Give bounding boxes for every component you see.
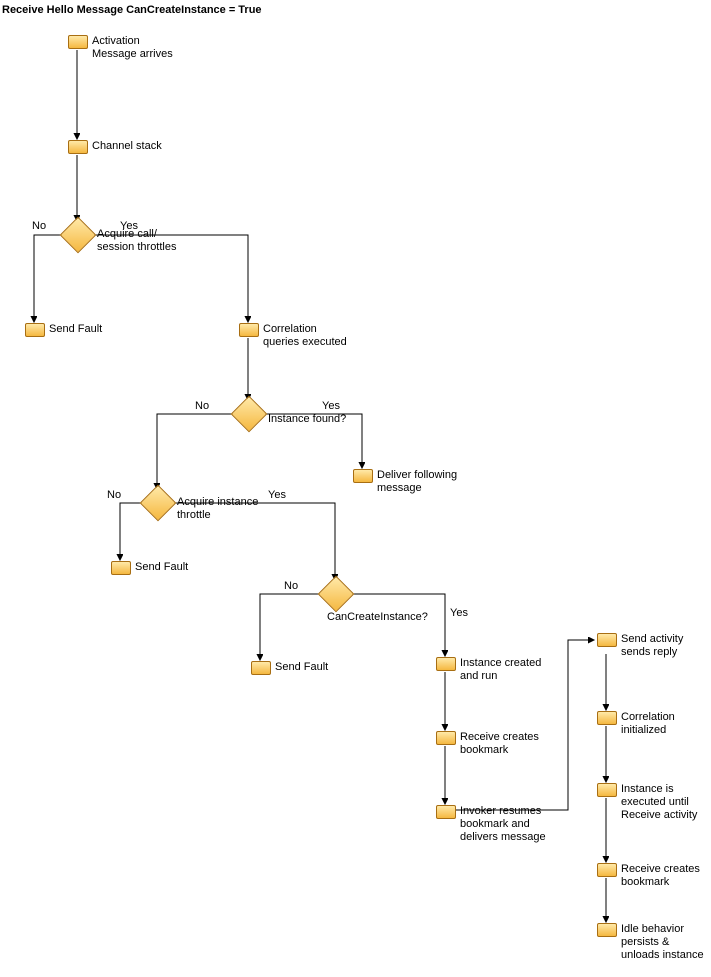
node-label: Send Fault	[275, 661, 328, 674]
node-channel: Channel stack	[68, 140, 88, 154]
node-send-fault-1: Send Fault	[25, 323, 45, 337]
node-label: Idle behaviorpersists &unloads instance	[621, 923, 704, 962]
edge-label-no: No	[284, 580, 298, 592]
node-label: Acquire instancethrottle	[177, 496, 258, 522]
node-label: Correlationinitialized	[621, 711, 675, 737]
edge-label-yes: Yes	[450, 607, 468, 619]
node-send-fault-3: Send Fault	[251, 661, 271, 675]
process-icon	[436, 731, 456, 745]
node-label: Instance createdand run	[460, 657, 541, 683]
page-title: Receive Hello Message CanCreateInstance …	[2, 4, 262, 16]
node-instance-found: Instance found?	[236, 401, 262, 430]
edge-label-no: No	[107, 489, 121, 501]
edge-label-no: No	[32, 220, 46, 232]
node-activation: ActivationMessage arrives	[68, 35, 88, 49]
node-label: Send activitysends reply	[621, 633, 683, 659]
process-icon	[353, 469, 373, 483]
edge-label-no: No	[195, 400, 209, 412]
node-label: Correlationqueries executed	[263, 323, 347, 349]
process-icon	[239, 323, 259, 337]
node-label: Deliver followingmessage	[377, 469, 457, 495]
decision-icon	[318, 576, 355, 613]
node-instance-created: Instance createdand run	[436, 657, 456, 671]
process-icon	[597, 863, 617, 877]
process-icon	[597, 633, 617, 647]
node-acquire-instance: Acquire instancethrottle	[145, 490, 171, 519]
edge-label-yes: Yes	[268, 489, 286, 501]
process-icon	[111, 561, 131, 575]
node-acquire-throttles: Acquire call/session throttles	[65, 222, 91, 251]
node-correlation-init: Correlationinitialized	[597, 711, 617, 725]
node-label: Receive createsbookmark	[621, 863, 700, 889]
process-icon	[25, 323, 45, 337]
node-receive-bookmark: Receive createsbookmark	[436, 731, 456, 745]
node-label: Invoker resumesbookmark anddelivers mess…	[460, 805, 546, 844]
node-receive-bookmark-2: Receive createsbookmark	[597, 863, 617, 877]
process-icon	[251, 661, 271, 675]
node-idle: Idle behaviorpersists &unloads instance	[597, 923, 617, 937]
node-label: Receive createsbookmark	[460, 731, 539, 757]
process-icon	[597, 783, 617, 797]
node-send-reply: Send activitysends reply	[597, 633, 617, 647]
edge-label-yes: Yes	[120, 220, 138, 232]
node-label: Instance found?	[268, 413, 346, 426]
process-icon	[68, 140, 88, 154]
process-icon	[436, 805, 456, 819]
node-deliver-following: Deliver followingmessage	[353, 469, 373, 483]
node-label: Channel stack	[92, 140, 162, 153]
edge-label-yes: Yes	[322, 400, 340, 412]
decision-icon	[60, 217, 97, 254]
node-label: Send Fault	[135, 561, 188, 574]
process-icon	[68, 35, 88, 49]
process-icon	[597, 711, 617, 725]
decision-icon	[231, 396, 268, 433]
node-label: Send Fault	[49, 323, 102, 336]
node-correlation-exec: Correlationqueries executed	[239, 323, 259, 337]
node-send-fault-2: Send Fault	[111, 561, 131, 575]
process-icon	[597, 923, 617, 937]
decision-icon	[140, 485, 177, 522]
node-invoker: Invoker resumesbookmark anddelivers mess…	[436, 805, 456, 819]
node-label: CanCreateInstance?	[327, 611, 428, 624]
node-instance-exec: Instance isexecuted untilReceive activit…	[597, 783, 617, 797]
node-label: Instance isexecuted untilReceive activit…	[621, 783, 697, 822]
node-can-create: CanCreateInstance?	[323, 581, 349, 610]
node-label: ActivationMessage arrives	[92, 35, 173, 61]
process-icon	[436, 657, 456, 671]
